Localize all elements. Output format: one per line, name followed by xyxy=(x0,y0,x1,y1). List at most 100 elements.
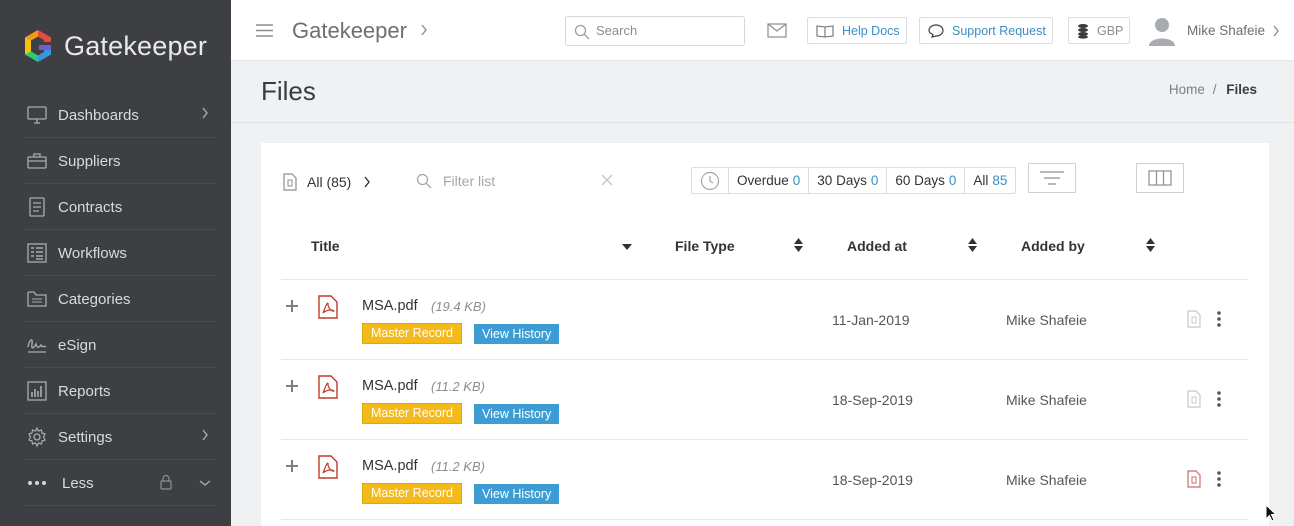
caret-down-icon[interactable] xyxy=(622,243,632,251)
filter-30-days[interactable]: 30 Days 0 xyxy=(808,168,886,193)
file-name[interactable]: MSA.pdf xyxy=(362,458,418,474)
user-name[interactable]: Mike Shafeie xyxy=(1187,23,1265,38)
file-size: (11.2 KB) xyxy=(431,459,485,474)
help-docs-button[interactable]: Help Docs xyxy=(807,17,907,44)
sidebar-item-contracts[interactable]: Contracts xyxy=(0,184,231,230)
master-record-badge: Master Record xyxy=(362,323,462,344)
filter-overdue[interactable]: Overdue 0 xyxy=(728,168,808,193)
sidebar-item-label: eSign xyxy=(58,336,97,354)
lock-icon[interactable] xyxy=(159,474,173,490)
sidebar-item-dashboards[interactable]: Dashboards xyxy=(0,92,231,138)
currency-button[interactable]: GBP xyxy=(1068,17,1131,44)
gear-icon xyxy=(26,427,48,447)
filter-input[interactable] xyxy=(443,173,583,189)
file-size: (11.2 KB) xyxy=(431,379,485,394)
more-vertical-icon[interactable] xyxy=(1217,391,1221,407)
filter-60-days[interactable]: 60 Days 0 xyxy=(886,168,964,193)
folder-filter-label: All (85) xyxy=(307,174,352,190)
topbar: Gatekeeper Help Docs Support Request GBP… xyxy=(231,0,1294,61)
filter-60-days-label: 60 Days xyxy=(895,173,945,188)
avatar[interactable] xyxy=(1148,16,1176,46)
hamburger-menu-icon[interactable] xyxy=(256,24,273,37)
global-search xyxy=(565,16,745,46)
document-icon[interactable] xyxy=(1187,310,1201,328)
added-by: Mike Shafeie xyxy=(1006,392,1087,408)
brand[interactable]: Gatekeeper xyxy=(20,27,207,65)
expand-plus-icon[interactable] xyxy=(286,460,298,472)
expand-plus-icon[interactable] xyxy=(286,300,298,312)
support-request-label: Support Request xyxy=(952,23,1046,38)
column-title[interactable]: Title xyxy=(311,238,340,254)
sidebar-item-less[interactable]: Less xyxy=(0,460,231,506)
sidebar-item-label: Settings xyxy=(58,428,113,446)
sidebar-item-suppliers[interactable]: Suppliers xyxy=(0,138,231,184)
added-by: Mike Shafeie xyxy=(1006,472,1087,488)
table-row[interactable]: MSA.pdf (11.2 KB) Master Record View His… xyxy=(281,440,1248,520)
sort-options-button[interactable] xyxy=(1028,163,1076,193)
clock-icon xyxy=(700,171,720,190)
chevron-right-icon[interactable] xyxy=(1272,25,1280,37)
sidebar-item-categories[interactable]: Categories xyxy=(0,276,231,322)
file-name[interactable]: MSA.pdf xyxy=(362,298,418,314)
header-divider xyxy=(231,122,1294,123)
sidebar-item-settings[interactable]: Settings xyxy=(0,414,231,460)
more-vertical-icon[interactable] xyxy=(1217,311,1221,327)
column-added-at[interactable]: Added at xyxy=(847,238,907,254)
pdf-file-icon xyxy=(318,295,338,319)
sidebar-item-esign[interactable]: eSign xyxy=(0,322,231,368)
added-at: 11-Jan-2019 xyxy=(832,312,910,328)
chat-bubble-icon xyxy=(928,23,944,38)
column-file-type[interactable]: File Type xyxy=(675,238,735,254)
document-icon[interactable] xyxy=(1187,390,1201,408)
view-history-button[interactable]: View History xyxy=(474,484,560,504)
breadcrumb-separator: / xyxy=(1212,82,1217,97)
folder-filter[interactable]: All (85) xyxy=(283,173,371,191)
columns-toggle-button[interactable] xyxy=(1136,163,1184,193)
currency-label: GBP xyxy=(1097,23,1124,38)
sort-icon[interactable] xyxy=(1146,238,1155,252)
breadcrumb-home[interactable]: Home xyxy=(1169,82,1205,97)
file-name[interactable]: MSA.pdf xyxy=(362,378,418,394)
mail-icon[interactable] xyxy=(767,23,787,38)
app-breadcrumb[interactable]: Gatekeeper xyxy=(292,18,407,44)
view-history-button[interactable]: View History xyxy=(474,324,560,344)
expand-plus-icon[interactable] xyxy=(286,380,298,392)
master-record-badge: Master Record xyxy=(362,483,462,504)
support-request-button[interactable]: Support Request xyxy=(919,17,1053,44)
column-added-by[interactable]: Added by xyxy=(1021,238,1085,254)
sidebar-nav: Dashboards Suppliers Contracts Workflows xyxy=(0,92,231,506)
sidebar-item-label: Categories xyxy=(58,290,131,308)
filter-30-days-count: 0 xyxy=(870,173,879,188)
table-row[interactable]: MSA.pdf (11.2 KB) Master Record View His… xyxy=(281,360,1248,440)
columns-icon xyxy=(1148,170,1172,186)
filter-all[interactable]: All 85 xyxy=(964,168,1015,193)
chevron-down-icon xyxy=(199,480,211,486)
master-record-badge: Master Record xyxy=(362,403,462,424)
pdf-file-icon xyxy=(318,375,338,399)
search-input[interactable] xyxy=(596,23,736,38)
breadcrumb: Home / Files xyxy=(1169,82,1257,97)
sidebar-item-workflows[interactable]: Workflows xyxy=(0,230,231,276)
chevron-right-icon xyxy=(202,107,208,119)
due-date-filter-group: Overdue 0 30 Days 0 60 Days 0 All 85 xyxy=(691,167,1017,194)
sidebar-item-reports[interactable]: Reports xyxy=(0,368,231,414)
view-history-button[interactable]: View History xyxy=(474,404,560,424)
filter-30-days-label: 30 Days xyxy=(817,173,867,188)
clock-filter[interactable] xyxy=(692,168,728,193)
sort-icon[interactable] xyxy=(968,238,977,252)
breadcrumb-current: Files xyxy=(1226,82,1257,97)
filter-all-label: All xyxy=(973,173,989,188)
filter-overdue-label: Overdue xyxy=(737,173,789,188)
coin-stack-icon xyxy=(1078,23,1088,39)
close-icon[interactable] xyxy=(600,173,614,187)
more-vertical-icon[interactable] xyxy=(1217,471,1221,487)
brand-name: Gatekeeper xyxy=(64,30,208,61)
document-icon[interactable] xyxy=(1187,470,1201,488)
filter-list xyxy=(416,171,616,193)
added-at: 18-Sep-2019 xyxy=(832,472,913,488)
gatekeeper-logo-icon xyxy=(25,30,51,62)
table-row[interactable]: MSA.pdf (19.4 KB) Master Record View His… xyxy=(281,280,1248,360)
sidebar: Gatekeeper Dashboards Suppliers Contract… xyxy=(0,0,231,526)
sort-icon[interactable] xyxy=(794,238,803,252)
files-card: All (85) Overdue0 30 Days0 60 Days0 All8… xyxy=(261,143,1269,526)
